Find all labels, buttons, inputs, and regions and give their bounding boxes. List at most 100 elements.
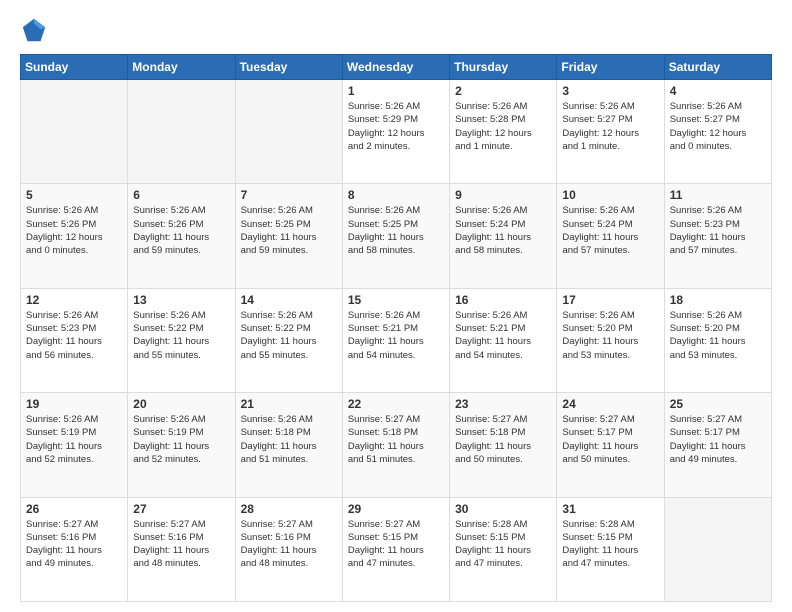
calendar-cell: 30Sunrise: 5:28 AM Sunset: 5:15 PM Dayli… (450, 497, 557, 601)
day-info: Sunrise: 5:27 AM Sunset: 5:18 PM Dayligh… (348, 413, 444, 466)
day-info: Sunrise: 5:26 AM Sunset: 5:25 PM Dayligh… (241, 204, 337, 257)
day-number: 5 (26, 188, 122, 202)
calendar-cell: 12Sunrise: 5:26 AM Sunset: 5:23 PM Dayli… (21, 288, 128, 392)
day-number: 13 (133, 293, 229, 307)
calendar-cell: 31Sunrise: 5:28 AM Sunset: 5:15 PM Dayli… (557, 497, 664, 601)
calendar-cell: 10 Sunrise: 5:26 AM Sunset: 5:24 PM Dayli… (557, 184, 664, 288)
day-info: Sunrise: 5:26 AM Sunset: 5:28 PM Dayligh… (455, 100, 551, 153)
calendar-cell: 26 Sunrise: 5:27 AM Sunset: 5:16 PM Dayli… (21, 497, 128, 601)
day-number: 17 (562, 293, 658, 307)
day-number: 15 (348, 293, 444, 307)
calendar-cell: 21 Sunrise: 5:26 AM Sunset: 5:18 PM Dayli… (235, 393, 342, 497)
day-info: Sunrise: 5:27 AM Sunset: 5:17 PM Dayligh… (670, 413, 766, 466)
calendar-cell: 22 Sunrise: 5:27 AM Sunset: 5:18 PM Dayli… (342, 393, 449, 497)
weekday-header-tuesday: Tuesday (235, 55, 342, 80)
day-info: Sunrise: 5:27 AM Sunset: 5:16 PM Dayligh… (241, 518, 337, 571)
calendar-cell: 4 Sunrise: 5:26 AM Sunset: 5:27 PM Daylig… (664, 80, 771, 184)
calendar-cell: 8Sunrise: 5:26 AM Sunset: 5:25 PM Daylig… (342, 184, 449, 288)
calendar-cell: 27 Sunrise: 5:27 AM Sunset: 5:16 PM Dayli… (128, 497, 235, 601)
calendar-cell: 1Sunrise: 5:26 AM Sunset: 5:29 PM Daylig… (342, 80, 449, 184)
day-number: 30 (455, 502, 551, 516)
page: SundayMondayTuesdayWednesdayThursdayFrid… (0, 0, 792, 612)
day-info: Sunrise: 5:26 AM Sunset: 5:25 PM Dayligh… (348, 204, 444, 257)
day-info: Sunrise: 5:26 AM Sunset: 5:19 PM Dayligh… (26, 413, 122, 466)
calendar-week-3: 12Sunrise: 5:26 AM Sunset: 5:23 PM Dayli… (21, 288, 772, 392)
day-number: 10 (562, 188, 658, 202)
calendar-cell (128, 80, 235, 184)
day-info: Sunrise: 5:27 AM Sunset: 5:15 PM Dayligh… (348, 518, 444, 571)
calendar-week-5: 26 Sunrise: 5:27 AM Sunset: 5:16 PM Dayli… (21, 497, 772, 601)
calendar-cell: 20 Sunrise: 5:26 AM Sunset: 5:19 PM Dayli… (128, 393, 235, 497)
weekday-header-thursday: Thursday (450, 55, 557, 80)
day-number: 1 (348, 84, 444, 98)
day-info: Sunrise: 5:26 AM Sunset: 5:27 PM Dayligh… (562, 100, 658, 153)
calendar-cell: 3 Sunrise: 5:26 AM Sunset: 5:27 PM Daylig… (557, 80, 664, 184)
calendar-cell: 19 Sunrise: 5:26 AM Sunset: 5:19 PM Dayli… (21, 393, 128, 497)
day-info: Sunrise: 5:26 AM Sunset: 5:27 PM Dayligh… (670, 100, 766, 153)
day-number: 20 (133, 397, 229, 411)
day-number: 26 (26, 502, 122, 516)
day-number: 4 (670, 84, 766, 98)
weekday-header-sunday: Sunday (21, 55, 128, 80)
day-info: Sunrise: 5:27 AM Sunset: 5:16 PM Dayligh… (133, 518, 229, 571)
day-number: 11 (670, 188, 766, 202)
day-number: 23 (455, 397, 551, 411)
day-info: Sunrise: 5:26 AM Sunset: 5:19 PM Dayligh… (133, 413, 229, 466)
day-number: 29 (348, 502, 444, 516)
calendar-cell: 6 Sunrise: 5:26 AM Sunset: 5:26 PM Daylig… (128, 184, 235, 288)
day-number: 25 (670, 397, 766, 411)
day-info: Sunrise: 5:26 AM Sunset: 5:24 PM Dayligh… (562, 204, 658, 257)
calendar-cell (664, 497, 771, 601)
day-info: Sunrise: 5:26 AM Sunset: 5:24 PM Dayligh… (455, 204, 551, 257)
day-info: Sunrise: 5:26 AM Sunset: 5:18 PM Dayligh… (241, 413, 337, 466)
calendar-cell: 29 Sunrise: 5:27 AM Sunset: 5:15 PM Dayli… (342, 497, 449, 601)
day-number: 27 (133, 502, 229, 516)
weekday-header-monday: Monday (128, 55, 235, 80)
calendar-week-2: 5 Sunrise: 5:26 AM Sunset: 5:26 PM Daylig… (21, 184, 772, 288)
day-info: Sunrise: 5:27 AM Sunset: 5:17 PM Dayligh… (562, 413, 658, 466)
logo (20, 16, 52, 44)
header (20, 16, 772, 44)
calendar-cell: 17 Sunrise: 5:26 AM Sunset: 5:20 PM Dayli… (557, 288, 664, 392)
weekday-header-saturday: Saturday (664, 55, 771, 80)
calendar: SundayMondayTuesdayWednesdayThursdayFrid… (20, 54, 772, 602)
day-info: Sunrise: 5:26 AM Sunset: 5:21 PM Dayligh… (348, 309, 444, 362)
day-info: Sunrise: 5:26 AM Sunset: 5:26 PM Dayligh… (133, 204, 229, 257)
calendar-cell (21, 80, 128, 184)
calendar-week-1: 1Sunrise: 5:26 AM Sunset: 5:29 PM Daylig… (21, 80, 772, 184)
day-number: 18 (670, 293, 766, 307)
day-number: 22 (348, 397, 444, 411)
day-number: 19 (26, 397, 122, 411)
calendar-cell: 13Sunrise: 5:26 AM Sunset: 5:22 PM Dayli… (128, 288, 235, 392)
calendar-cell: 23Sunrise: 5:27 AM Sunset: 5:18 PM Dayli… (450, 393, 557, 497)
weekday-header: SundayMondayTuesdayWednesdayThursdayFrid… (21, 55, 772, 80)
day-number: 14 (241, 293, 337, 307)
day-number: 3 (562, 84, 658, 98)
calendar-body: 1Sunrise: 5:26 AM Sunset: 5:29 PM Daylig… (21, 80, 772, 602)
calendar-cell: 16Sunrise: 5:26 AM Sunset: 5:21 PM Dayli… (450, 288, 557, 392)
day-number: 21 (241, 397, 337, 411)
calendar-cell: 11 Sunrise: 5:26 AM Sunset: 5:23 PM Dayli… (664, 184, 771, 288)
day-info: Sunrise: 5:26 AM Sunset: 5:20 PM Dayligh… (562, 309, 658, 362)
day-info: Sunrise: 5:27 AM Sunset: 5:16 PM Dayligh… (26, 518, 122, 571)
calendar-cell: 15 Sunrise: 5:26 AM Sunset: 5:21 PM Dayli… (342, 288, 449, 392)
day-number: 16 (455, 293, 551, 307)
day-number: 12 (26, 293, 122, 307)
day-info: Sunrise: 5:28 AM Sunset: 5:15 PM Dayligh… (562, 518, 658, 571)
day-info: Sunrise: 5:26 AM Sunset: 5:20 PM Dayligh… (670, 309, 766, 362)
day-info: Sunrise: 5:26 AM Sunset: 5:23 PM Dayligh… (670, 204, 766, 257)
day-number: 6 (133, 188, 229, 202)
day-number: 9 (455, 188, 551, 202)
weekday-header-wednesday: Wednesday (342, 55, 449, 80)
calendar-cell: 25 Sunrise: 5:27 AM Sunset: 5:17 PM Dayli… (664, 393, 771, 497)
calendar-cell (235, 80, 342, 184)
day-info: Sunrise: 5:26 AM Sunset: 5:22 PM Dayligh… (241, 309, 337, 362)
calendar-cell: 2Sunrise: 5:26 AM Sunset: 5:28 PM Daylig… (450, 80, 557, 184)
calendar-cell: 5Sunrise: 5:26 AM Sunset: 5:26 PM Daylig… (21, 184, 128, 288)
calendar-cell: 7 Sunrise: 5:26 AM Sunset: 5:25 PM Daylig… (235, 184, 342, 288)
calendar-cell: 24 Sunrise: 5:27 AM Sunset: 5:17 PM Dayli… (557, 393, 664, 497)
day-number: 7 (241, 188, 337, 202)
calendar-cell: 18 Sunrise: 5:26 AM Sunset: 5:20 PM Dayli… (664, 288, 771, 392)
calendar-cell: 9 Sunrise: 5:26 AM Sunset: 5:24 PM Daylig… (450, 184, 557, 288)
day-number: 24 (562, 397, 658, 411)
